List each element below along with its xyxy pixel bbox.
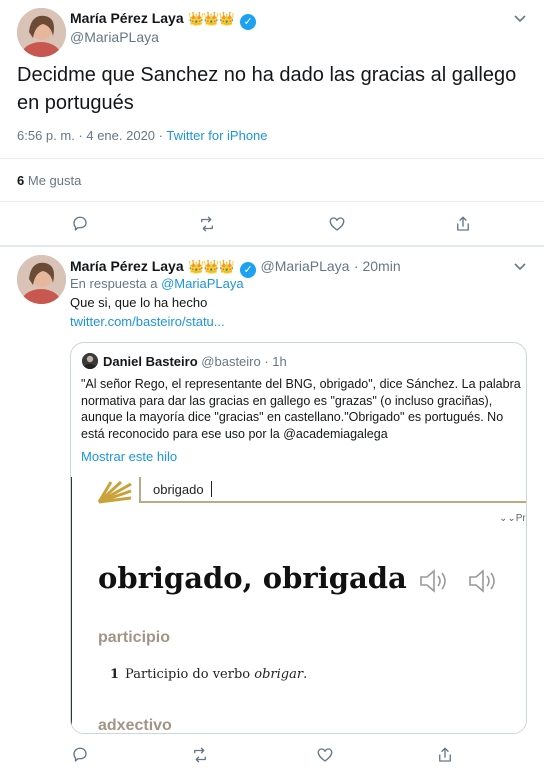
tweet-time[interactable]: · 20min — [354, 258, 401, 274]
dictionary-corner-text: Pr — [515, 513, 526, 524]
quoted-mention: @academiagalega — [283, 426, 388, 441]
tweet-text: Que si, que lo ha hecho — [70, 295, 208, 310]
tweet-timestamp[interactable]: 6:56 p. m. · 4 ene. 2020 · — [17, 128, 166, 143]
tweet-text: Decidme que Sanchez no ha dado las graci… — [17, 64, 517, 114]
like-heart-icon[interactable] — [328, 215, 346, 238]
crown-emoji-icon: 👑👑👑 — [188, 259, 235, 274]
share-icon[interactable] — [454, 215, 472, 238]
definition-italic: obrigar — [254, 667, 304, 682]
quoted-author-name: Daniel Basteiro — [103, 354, 198, 369]
reply-icon[interactable] — [71, 746, 89, 769]
image-left-border — [71, 477, 72, 733]
reply-icon[interactable] — [71, 215, 89, 238]
author-name[interactable]: María Pérez Laya — [70, 10, 184, 26]
in-reply-to-label: En respuesta a — [70, 276, 162, 291]
likes-count: 6 — [17, 173, 25, 188]
avatar[interactable] — [17, 255, 66, 304]
speaker-icon — [467, 567, 499, 600]
more-options-chevron-icon[interactable] — [514, 260, 526, 274]
avatar[interactable] — [17, 8, 66, 57]
dictionary-logo-icon — [97, 480, 133, 509]
quoted-avatar — [82, 353, 98, 369]
dictionary-corner: ⌄⌄Pr — [499, 513, 526, 524]
quoted-time: · 1h — [264, 354, 287, 369]
definition-text: Participio do verbo — [125, 667, 255, 682]
dictionary-search-input: obrigado — [139, 477, 526, 503]
share-icon[interactable] — [436, 746, 454, 769]
likes-stat[interactable]: 6 Me gusta — [17, 173, 81, 188]
show-thread-link[interactable]: Mostrar este hilo — [81, 449, 177, 464]
text-cursor — [211, 481, 212, 497]
dictionary-section-participio: participio — [98, 629, 171, 646]
retweet-icon[interactable] — [198, 215, 216, 238]
dictionary-definition: 1 Participio do verbo obrigar. — [110, 667, 307, 682]
tweet-source-link[interactable]: Twitter for iPhone — [166, 128, 267, 143]
divider — [0, 201, 544, 202]
quoted-tweet-card[interactable]: Daniel Basteiro @basteiro · 1h "Al señor… — [70, 342, 527, 734]
divider — [0, 158, 544, 159]
avatar-photo-icon — [17, 8, 66, 57]
quoted-author-handle: @basteiro — [201, 354, 261, 369]
like-heart-icon[interactable] — [316, 746, 334, 769]
dictionary-search-value: obrigado — [153, 482, 204, 497]
double-chevron-icon: ⌄⌄ — [499, 513, 516, 524]
dictionary-section-adxectivo: adxectivo — [98, 717, 172, 734]
more-options-chevron-icon[interactable] — [514, 12, 526, 26]
avatar-photo-icon — [17, 255, 66, 304]
definition-number: 1 — [110, 667, 120, 682]
verified-badge-icon: ✓ — [240, 14, 257, 30]
crown-emoji-icon: 👑👑👑 — [188, 11, 235, 26]
retweet-icon[interactable] — [191, 746, 209, 769]
speaker-icon — [418, 567, 450, 600]
author-handle[interactable]: @MariaPLaya — [261, 258, 350, 274]
author-name[interactable]: María Pérez Laya — [70, 258, 184, 274]
definition-end: . — [303, 667, 308, 682]
tweet-link[interactable]: twitter.com/basteiro/statu... — [70, 314, 225, 329]
author-handle[interactable]: @MariaPLaya — [70, 29, 159, 45]
dictionary-headword: obrigado, obrigada — [98, 561, 407, 595]
divider — [0, 245, 544, 247]
quoted-tweet-text: "Al señor Rego, el representante del BNG… — [81, 376, 521, 442]
in-reply-to-handle[interactable]: @MariaPLaya — [161, 276, 244, 291]
dictionary-screenshot-image: obrigado ⌄⌄Pr obrigado, obrigada partici… — [71, 477, 526, 734]
likes-label: Me gusta — [27, 173, 82, 188]
